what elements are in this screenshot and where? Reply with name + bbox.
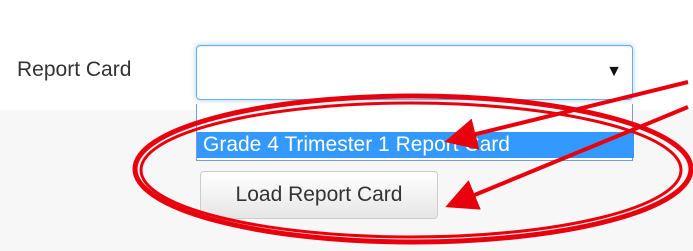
report-card-select[interactable]: ▼: [196, 45, 633, 100]
report-card-label: Report Card: [17, 58, 132, 81]
dropdown-option-grade4-trimester1[interactable]: Grade 4 Trimester 1 Report Card: [197, 132, 634, 158]
chevron-down-icon[interactable]: ▼: [606, 63, 622, 81]
load-report-card-button[interactable]: Load Report Card: [200, 171, 438, 219]
report-card-dropdown-list: Grade 4 Trimester 1 Report Card: [196, 104, 634, 161]
